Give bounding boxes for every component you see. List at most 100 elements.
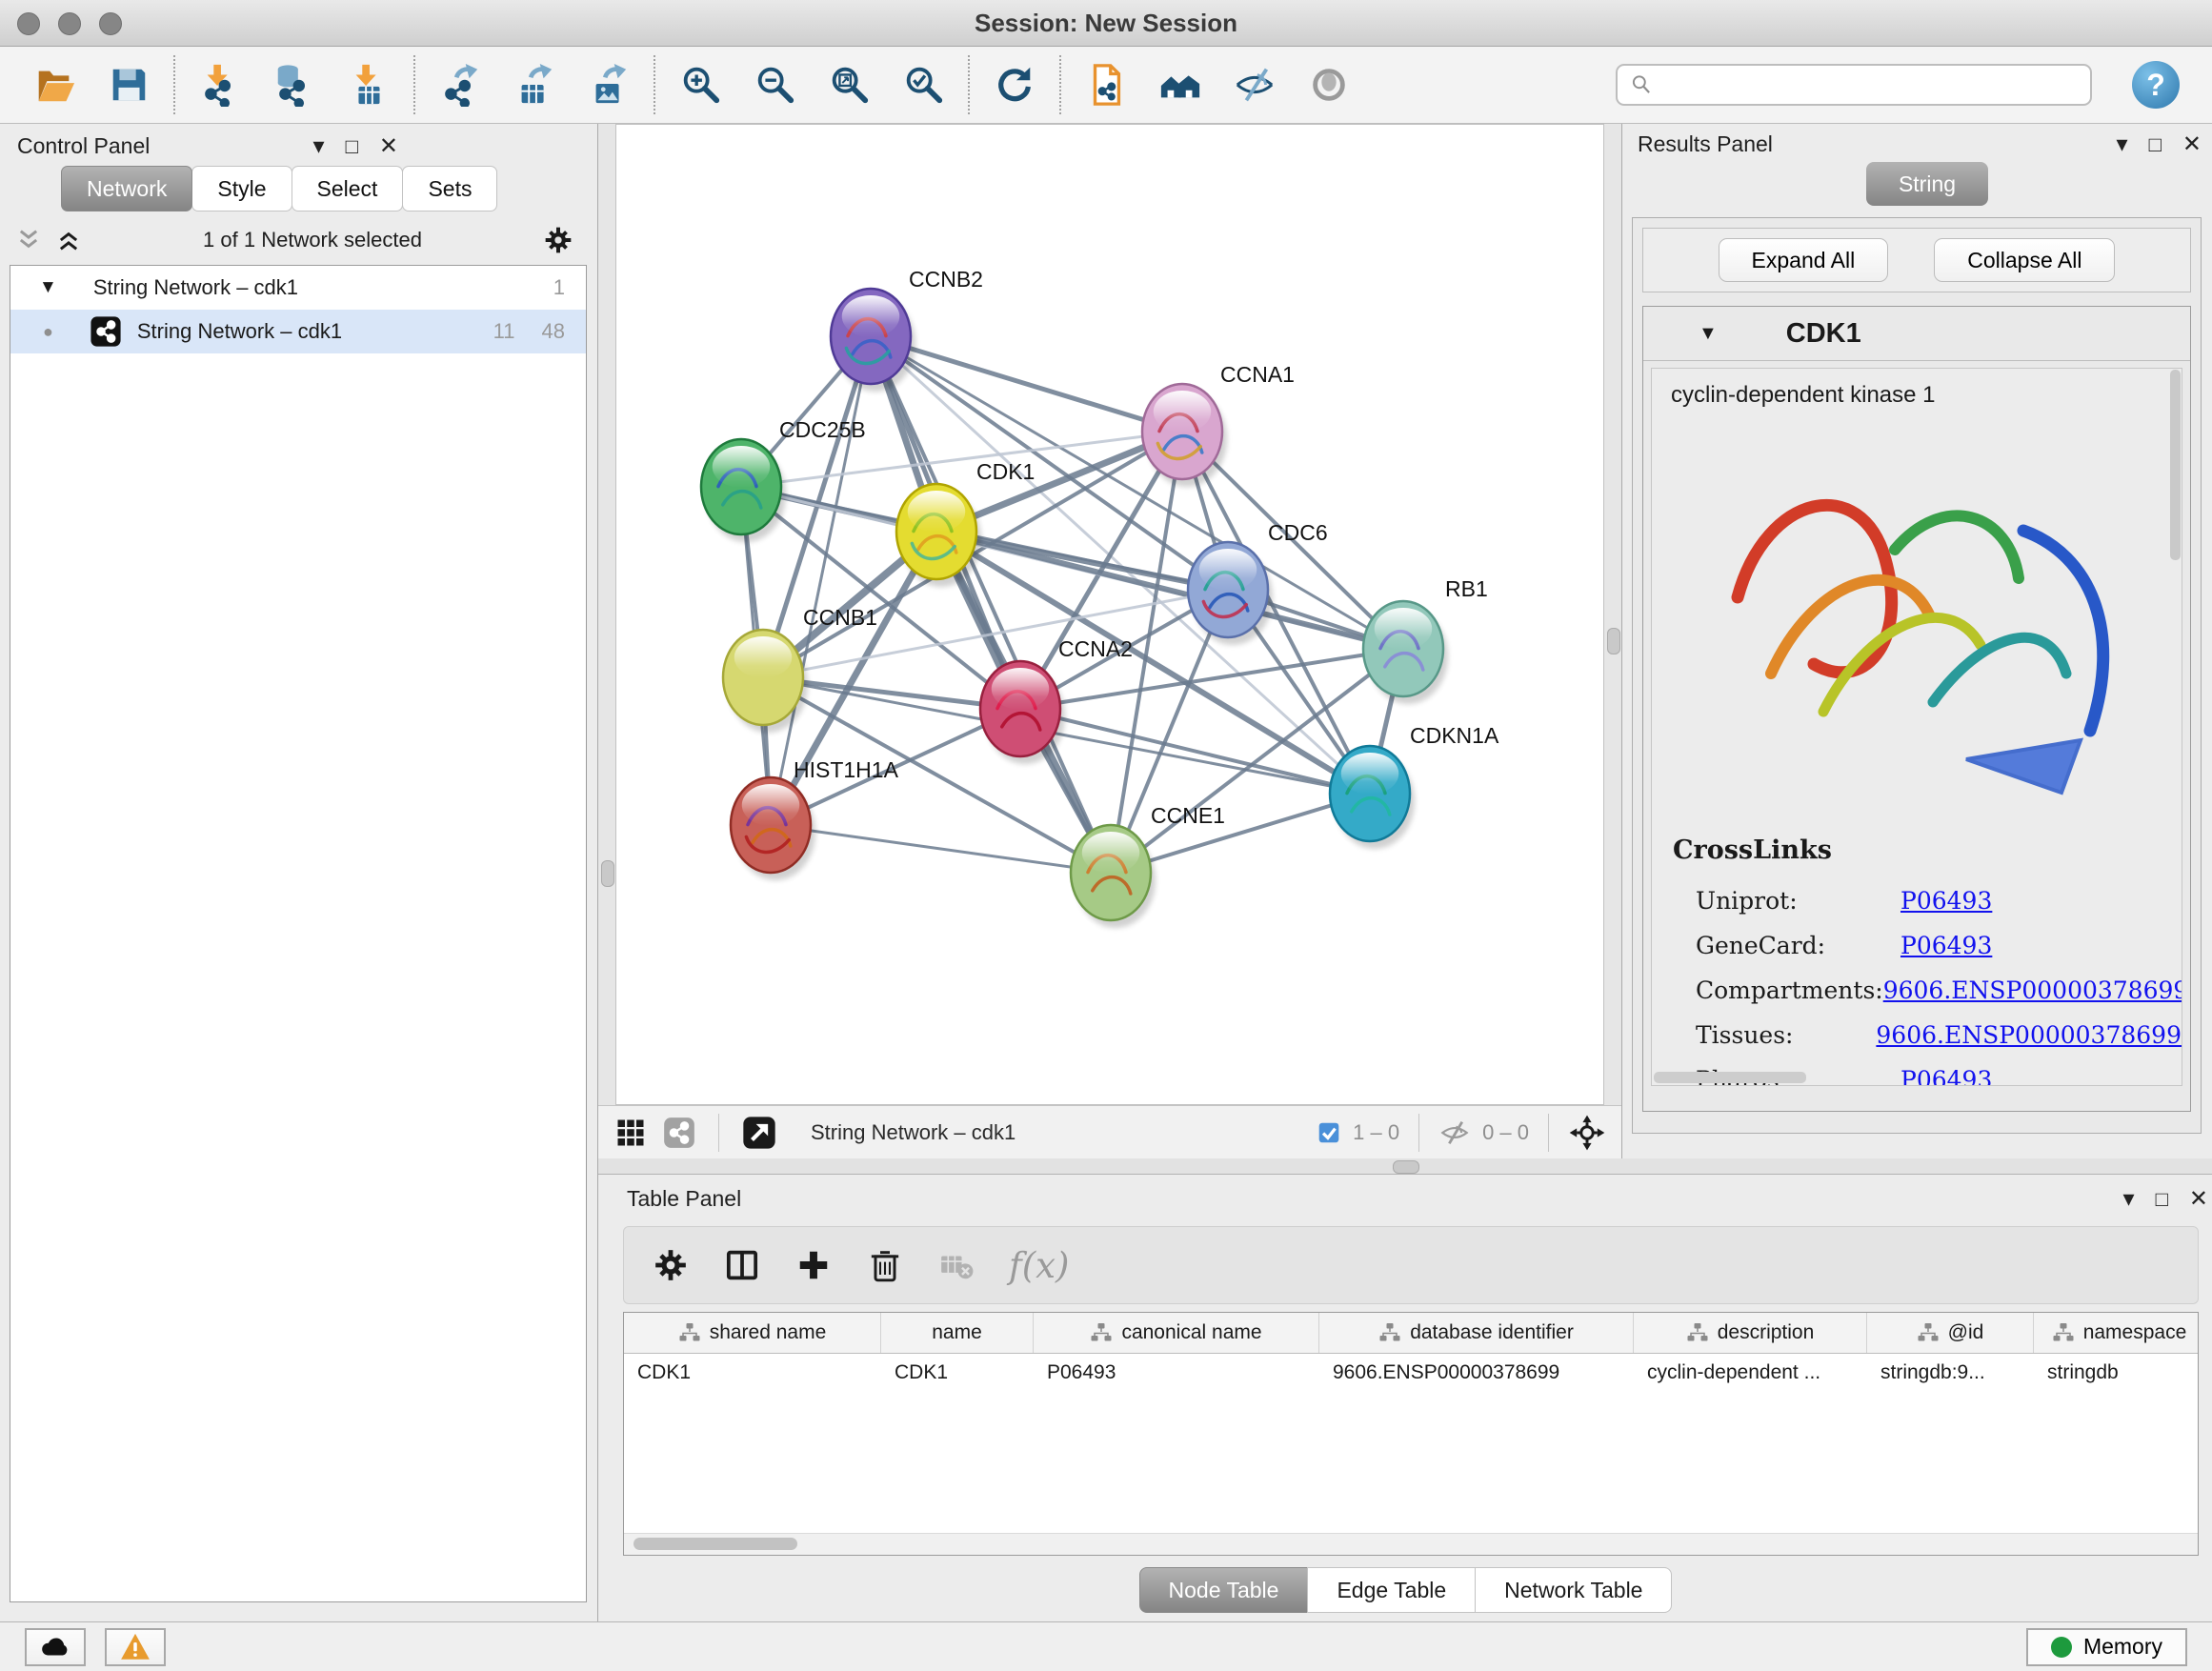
network-canvas[interactable]: CCNB2CCNA1CDC25BCDK1CDC6RB1CCNB1CCNA2CDK… bbox=[615, 124, 1604, 1105]
string-home-button[interactable] bbox=[1149, 55, 1212, 114]
save-session-button[interactable] bbox=[97, 55, 160, 114]
column-header-namespace[interactable]: namespace bbox=[2034, 1313, 2199, 1353]
zoom-selected-button[interactable] bbox=[892, 55, 955, 114]
control-panel-float-icon[interactable]: □ bbox=[346, 136, 358, 157]
table-panel-float-icon[interactable]: □ bbox=[2156, 1189, 2168, 1210]
crosslink-link[interactable]: P06493 bbox=[1900, 932, 1992, 959]
table-hscrollbar[interactable] bbox=[624, 1533, 2198, 1555]
warning-icon[interactable] bbox=[105, 1628, 166, 1666]
network-tree-child-row[interactable]: ● String Network – cdk1 11 48 bbox=[10, 310, 586, 353]
import-table-file-button[interactable] bbox=[337, 55, 400, 114]
table-hscroll-thumb[interactable] bbox=[633, 1538, 797, 1550]
results-panel-close-icon[interactable]: ✕ bbox=[2182, 133, 2202, 156]
network-tree-root-row[interactable]: ▼ String Network – cdk1 1 bbox=[10, 266, 586, 310]
table-panel-menu-icon[interactable]: ▾ bbox=[2123, 1188, 2135, 1211]
memory-button[interactable]: Memory bbox=[2026, 1628, 2187, 1666]
right-splitter-handle[interactable] bbox=[1607, 628, 1620, 654]
help-button[interactable]: ? bbox=[2132, 61, 2180, 109]
collapse-all-button[interactable]: Collapse All bbox=[1934, 238, 2115, 282]
selected-checkbox-icon[interactable] bbox=[1317, 1120, 1341, 1145]
import-network-database-button[interactable] bbox=[263, 55, 326, 114]
table-row[interactable]: CDK1CDK1P064939606.ENSP00000378699cyclin… bbox=[624, 1354, 2198, 1392]
results-hscroll-thumb[interactable] bbox=[1654, 1072, 1806, 1083]
cloud-icon[interactable] bbox=[25, 1628, 86, 1666]
tab-edge-table[interactable]: Edge Table bbox=[1307, 1567, 1476, 1613]
show-columns-icon[interactable] bbox=[723, 1246, 761, 1284]
table-cell[interactable]: stringdb:9... bbox=[1867, 1354, 2034, 1392]
expand-all-button[interactable]: Expand All bbox=[1719, 238, 1889, 282]
horizontal-splitter-handle[interactable] bbox=[1393, 1160, 1419, 1174]
table-cell[interactable]: CDK1 bbox=[881, 1354, 1034, 1392]
tab-style[interactable]: Style bbox=[191, 166, 292, 211]
export-network-button[interactable] bbox=[429, 55, 492, 114]
import-network-file-button[interactable] bbox=[189, 55, 251, 114]
network-node-CCNA1[interactable]: CCNA1 bbox=[1142, 362, 1295, 487]
network-node-RB1[interactable]: RB1 bbox=[1363, 576, 1488, 704]
column-header-database-identifier[interactable]: database identifier bbox=[1319, 1313, 1634, 1353]
column-header--id[interactable]: @id bbox=[1867, 1313, 2034, 1353]
tab-sets[interactable]: Sets bbox=[402, 166, 497, 211]
string-visibility-button[interactable] bbox=[1223, 55, 1286, 114]
add-column-icon[interactable] bbox=[795, 1247, 832, 1283]
results-vscroll-thumb[interactable] bbox=[2170, 370, 2181, 560]
tab-select[interactable]: Select bbox=[292, 166, 404, 211]
results-panel-float-icon[interactable]: □ bbox=[2149, 134, 2162, 155]
network-edge[interactable] bbox=[771, 336, 871, 825]
birdseye-crosshair-icon[interactable] bbox=[1568, 1114, 1606, 1152]
table-settings-gear-icon[interactable] bbox=[653, 1247, 689, 1283]
network-node-CCNB1[interactable]: CCNB1 bbox=[723, 605, 877, 733]
network-node-CCNE1[interactable]: CCNE1 bbox=[1071, 803, 1225, 928]
column-header-name[interactable]: name bbox=[881, 1313, 1034, 1353]
network-node-CDKN1A[interactable]: CDKN1A bbox=[1330, 723, 1499, 849]
crosslink-link[interactable]: P06493 bbox=[1900, 1066, 1992, 1086]
results-panel-menu-icon[interactable]: ▾ bbox=[2117, 133, 2128, 156]
control-panel-close-icon[interactable]: ✕ bbox=[379, 135, 398, 158]
birdseye-grid-icon[interactable] bbox=[613, 1116, 648, 1150]
network-node-CCNB2[interactable]: CCNB2 bbox=[831, 267, 983, 392]
horizontal-splitter[interactable] bbox=[598, 1158, 2212, 1174]
network-edge[interactable] bbox=[871, 336, 1111, 873]
tab-network[interactable]: Network bbox=[61, 166, 192, 211]
search-input[interactable] bbox=[1661, 71, 2079, 98]
network-share-icon[interactable] bbox=[661, 1115, 697, 1151]
left-splitter[interactable] bbox=[598, 124, 615, 1105]
column-header-description[interactable]: description bbox=[1634, 1313, 1867, 1353]
refresh-network-button[interactable] bbox=[983, 55, 1046, 114]
tab-node-table[interactable]: Node Table bbox=[1139, 1567, 1309, 1613]
network-node-HIST1H1A[interactable]: HIST1H1A bbox=[731, 757, 899, 880]
open-session-button[interactable] bbox=[23, 55, 86, 114]
network-options-gear-icon[interactable] bbox=[543, 225, 573, 255]
delete-column-icon[interactable] bbox=[866, 1246, 904, 1284]
table-panel-close-icon[interactable]: ✕ bbox=[2189, 1188, 2208, 1211]
tab-string[interactable]: String bbox=[1866, 162, 1988, 206]
column-header-canonical-name[interactable]: canonical name bbox=[1034, 1313, 1319, 1353]
hidden-eye-icon[interactable] bbox=[1438, 1117, 1471, 1149]
left-splitter-handle[interactable] bbox=[601, 860, 614, 887]
export-table-button[interactable] bbox=[503, 55, 566, 114]
crosslink-link[interactable]: P06493 bbox=[1900, 887, 1992, 915]
tab-network-table[interactable]: Network Table bbox=[1475, 1567, 1672, 1613]
table-cell[interactable]: stringdb bbox=[2034, 1354, 2199, 1392]
table-cell[interactable]: cyclin-dependent ... bbox=[1634, 1354, 1867, 1392]
table-cell[interactable]: 9606.ENSP00000378699 bbox=[1319, 1354, 1634, 1392]
share-document-button[interactable] bbox=[1075, 55, 1137, 114]
export-image-button[interactable] bbox=[577, 55, 640, 114]
crosslink-link[interactable]: 9606.ENSP00000378699 bbox=[1876, 1021, 2182, 1049]
expand-all-icon[interactable] bbox=[55, 227, 82, 253]
network-edge[interactable] bbox=[871, 336, 1182, 432]
zoom-out-button[interactable] bbox=[743, 55, 806, 114]
open-in-new-window-icon[interactable] bbox=[740, 1114, 778, 1152]
collapse-all-icon[interactable] bbox=[15, 227, 42, 253]
table-cell[interactable]: CDK1 bbox=[624, 1354, 881, 1392]
column-header-shared-name[interactable]: shared name bbox=[624, 1313, 881, 1353]
gene-section-header[interactable]: ▼ CDK1 bbox=[1643, 307, 2190, 361]
zoom-in-button[interactable] bbox=[669, 55, 732, 114]
control-panel-menu-icon[interactable]: ▾ bbox=[313, 135, 325, 158]
network-edge[interactable] bbox=[771, 825, 1111, 873]
section-collapse-icon[interactable]: ▼ bbox=[1699, 323, 1718, 345]
tree-expand-icon[interactable]: ▼ bbox=[39, 277, 57, 298]
zoom-fit-button[interactable] bbox=[817, 55, 880, 114]
table-cell[interactable]: P06493 bbox=[1034, 1354, 1319, 1392]
camera-lens-button[interactable] bbox=[1297, 55, 1360, 114]
crosslink-link[interactable]: 9606.ENSP00000378699 bbox=[1883, 976, 2182, 1004]
